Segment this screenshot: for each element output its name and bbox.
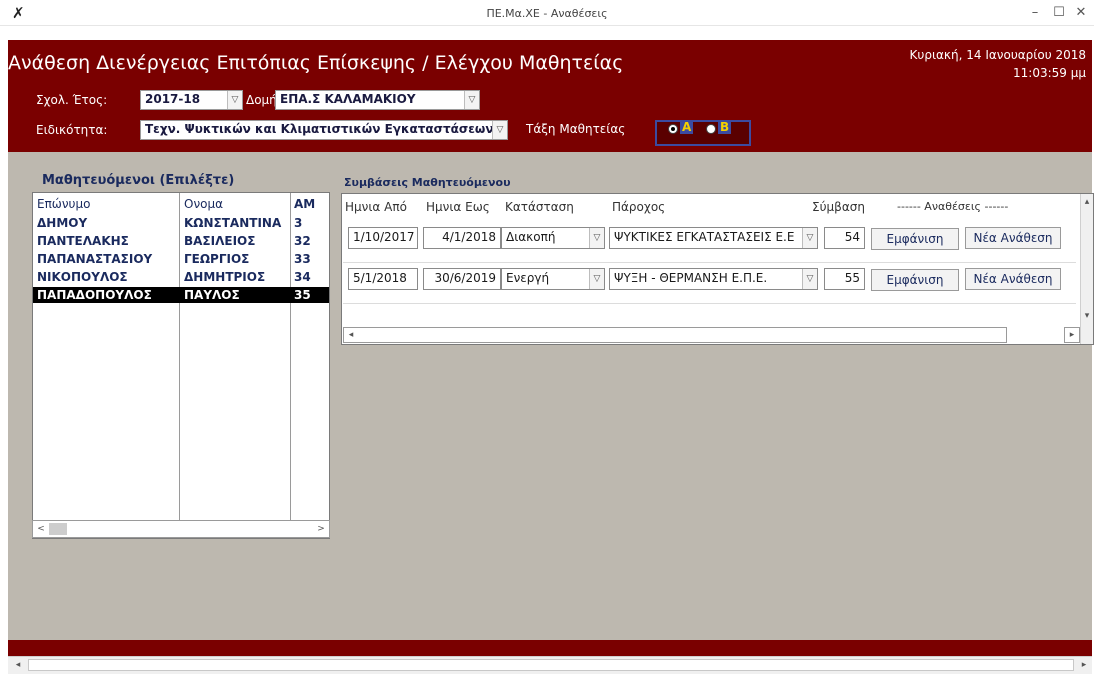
chevron-down-icon[interactable]: ▽ <box>227 91 242 109</box>
form-footer <box>8 640 1092 656</box>
scroll-right-button[interactable]: ▸ <box>1064 327 1080 343</box>
school-year-value: 2017-18 <box>145 92 201 106</box>
scroll-down-icon[interactable]: ▾ <box>1081 308 1093 324</box>
column-header-name: Ονομα <box>184 197 224 211</box>
row-separator <box>343 262 1076 263</box>
scroll-track[interactable] <box>28 659 1074 671</box>
class-b-label[interactable]: B <box>718 120 732 134</box>
structure-combo[interactable]: ΕΠΑ.Σ ΚΑΛΑΜΑΚΙΟΥ ▽ <box>275 90 480 110</box>
contracts-horizontal-scrollbar[interactable]: ◂ <box>343 327 1007 343</box>
contract-number[interactable]: 54 <box>824 227 865 249</box>
contract-to-date[interactable]: 30/6/2019 <box>423 268 501 290</box>
scroll-up-icon[interactable]: ▴ <box>1081 194 1093 210</box>
contracts-title: Συμβάσεις Μαθητευόμενου <box>344 176 511 189</box>
contract-status-combo[interactable]: Ενεργή ▽ <box>501 268 605 290</box>
class-a-label[interactable]: A <box>680 120 694 134</box>
structure-value: ΕΠΑ.Σ ΚΑΛΑΜΑΚΙΟΥ <box>280 92 416 106</box>
students-list[interactable]: Επώνυμο Ονομα ΑΜ ΔΗΜΟΥ ΚΩΝΣΤΑΝΤΙΝΑ 3 ΠΑΝ… <box>32 192 330 539</box>
school-year-combo[interactable]: 2017-18 ▽ <box>140 90 243 110</box>
form-title: Ανάθεση Διενέργειας Επιτόπιας Επίσκεψης … <box>8 52 624 74</box>
student-row[interactable]: ΠΑΠΑΝΑΣΤΑΣΙΟΥ ΓΕΩΡΓΙΟΣ 33 <box>33 251 329 267</box>
students-horizontal-scrollbar[interactable]: < > <box>32 520 330 538</box>
column-header-assignments: ------ Αναθέσεις ------ <box>897 200 1009 213</box>
chevron-down-icon[interactable]: ▽ <box>589 269 604 289</box>
contract-status-combo[interactable]: Διακοπή ▽ <box>501 227 605 249</box>
scroll-right-icon[interactable]: ▸ <box>1078 657 1090 673</box>
column-header-am: ΑΜ <box>294 197 316 211</box>
maximize-button[interactable]: ☐ <box>1050 4 1068 22</box>
chevron-down-icon[interactable]: ▽ <box>802 269 817 289</box>
chevron-down-icon[interactable]: ▽ <box>464 91 479 109</box>
column-header-provider: Πάροχος <box>612 200 666 214</box>
contract-provider-value: ΨΥΚΤΙΚΕΣ ΕΓΚΑΤΑΣΤΑΣΕΙΣ Ε.Ε <box>614 230 795 244</box>
chevron-down-icon[interactable]: ▽ <box>802 228 817 248</box>
scroll-thumb[interactable] <box>49 523 67 535</box>
column-header-status: Κατάσταση <box>505 200 574 214</box>
contract-status-value: Ενεργή <box>506 271 550 285</box>
class-a-radio[interactable] <box>668 124 678 134</box>
window-title: ΠΕ.Μα.ΧΕ - Αναθέσεις <box>486 7 608 20</box>
class-b-radio[interactable] <box>706 124 716 134</box>
form-horizontal-scrollbar[interactable]: ◂ ▸ <box>8 656 1092 674</box>
contract-provider-combo[interactable]: ΨΥΚΤΙΚΕΣ ΕΓΚΑΤΑΣΤΑΣΕΙΣ Ε.Ε ▽ <box>609 227 818 249</box>
students-title: Μαθητευόμενοι (Επιλέξτε) <box>42 173 235 188</box>
show-assignment-button[interactable]: Εμφάνιση <box>871 269 959 291</box>
contract-provider-value: ΨΥΞΗ - ΘΕΡΜΑΝΣΗ Ε.Π.Ε. <box>614 271 768 285</box>
new-assignment-button[interactable]: Νέα Ανάθεση <box>965 268 1061 290</box>
column-header-to: Ημνια Εως <box>426 200 490 214</box>
contract-provider-combo[interactable]: ΨΥΞΗ - ΘΕΡΜΑΝΣΗ Ε.Π.Ε. ▽ <box>609 268 818 290</box>
contract-number[interactable]: 55 <box>824 268 865 290</box>
contract-from-date[interactable]: 5/1/2018 <box>348 268 418 290</box>
minimize-button[interactable]: – <box>1026 4 1044 22</box>
scroll-left-icon[interactable]: ◂ <box>12 657 24 673</box>
column-header-from: Ημνια Από <box>345 200 407 214</box>
contract-status-value: Διακοπή <box>506 230 556 244</box>
student-row[interactable]: ΔΗΜΟΥ ΚΩΝΣΤΑΝΤΙΝΑ 3 <box>33 215 329 231</box>
class-label: Τάξη Μαθητείας <box>526 122 626 136</box>
contract-to-date[interactable]: 4/1/2018 <box>423 227 501 249</box>
scroll-left-icon[interactable]: ◂ <box>345 327 357 343</box>
new-assignment-button[interactable]: Νέα Ανάθεση <box>965 227 1061 249</box>
column-header-contract: Σύμβαση <box>812 200 865 214</box>
chevron-down-icon[interactable]: ▽ <box>589 228 604 248</box>
contract-from-date[interactable]: 1/10/2017 <box>348 227 418 249</box>
specialty-combo[interactable]: Τεχν. Ψυκτικών και Κλιματιστικών Εγκατασ… <box>140 120 508 140</box>
scroll-right-icon[interactable]: > <box>315 521 327 537</box>
show-assignment-button[interactable]: Εμφάνιση <box>871 228 959 250</box>
specialty-value: Τεχν. Ψυκτικών και Κλιματιστικών Εγκατασ… <box>145 122 494 136</box>
column-header-surname: Επώνυμο <box>37 197 91 211</box>
current-date: Κυριακή, 14 Ιανουαρίου 2018 <box>909 48 1086 62</box>
student-row[interactable]: ΠΑΝΤΕΛΑΚΗΣ ΒΑΣΙΛΕΙΟΣ 32 <box>33 233 329 249</box>
scroll-left-icon[interactable]: < <box>35 521 47 537</box>
specialty-label: Ειδικότητα: <box>36 123 108 137</box>
scroll-right-icon[interactable]: ▸ <box>1066 327 1078 343</box>
student-row-selected[interactable]: ΠΑΠΑΔΟΠΟΥΛΟΣ ΠΑΥΛΟΣ 35 <box>33 287 329 303</box>
student-row[interactable]: ΝΙΚΟΠΟΥΛΟΣ ΔΗΜΗΤΡΙΟΣ 34 <box>33 269 329 285</box>
contracts-vertical-scrollbar[interactable]: ▴ ▾ <box>1080 194 1093 344</box>
current-time: 11:03:59 μμ <box>1013 66 1086 80</box>
row-separator <box>343 303 1076 304</box>
close-button[interactable]: ✕ <box>1072 4 1090 22</box>
chevron-down-icon[interactable]: ▽ <box>492 121 507 139</box>
school-year-label: Σχολ. Έτος: <box>36 93 108 107</box>
